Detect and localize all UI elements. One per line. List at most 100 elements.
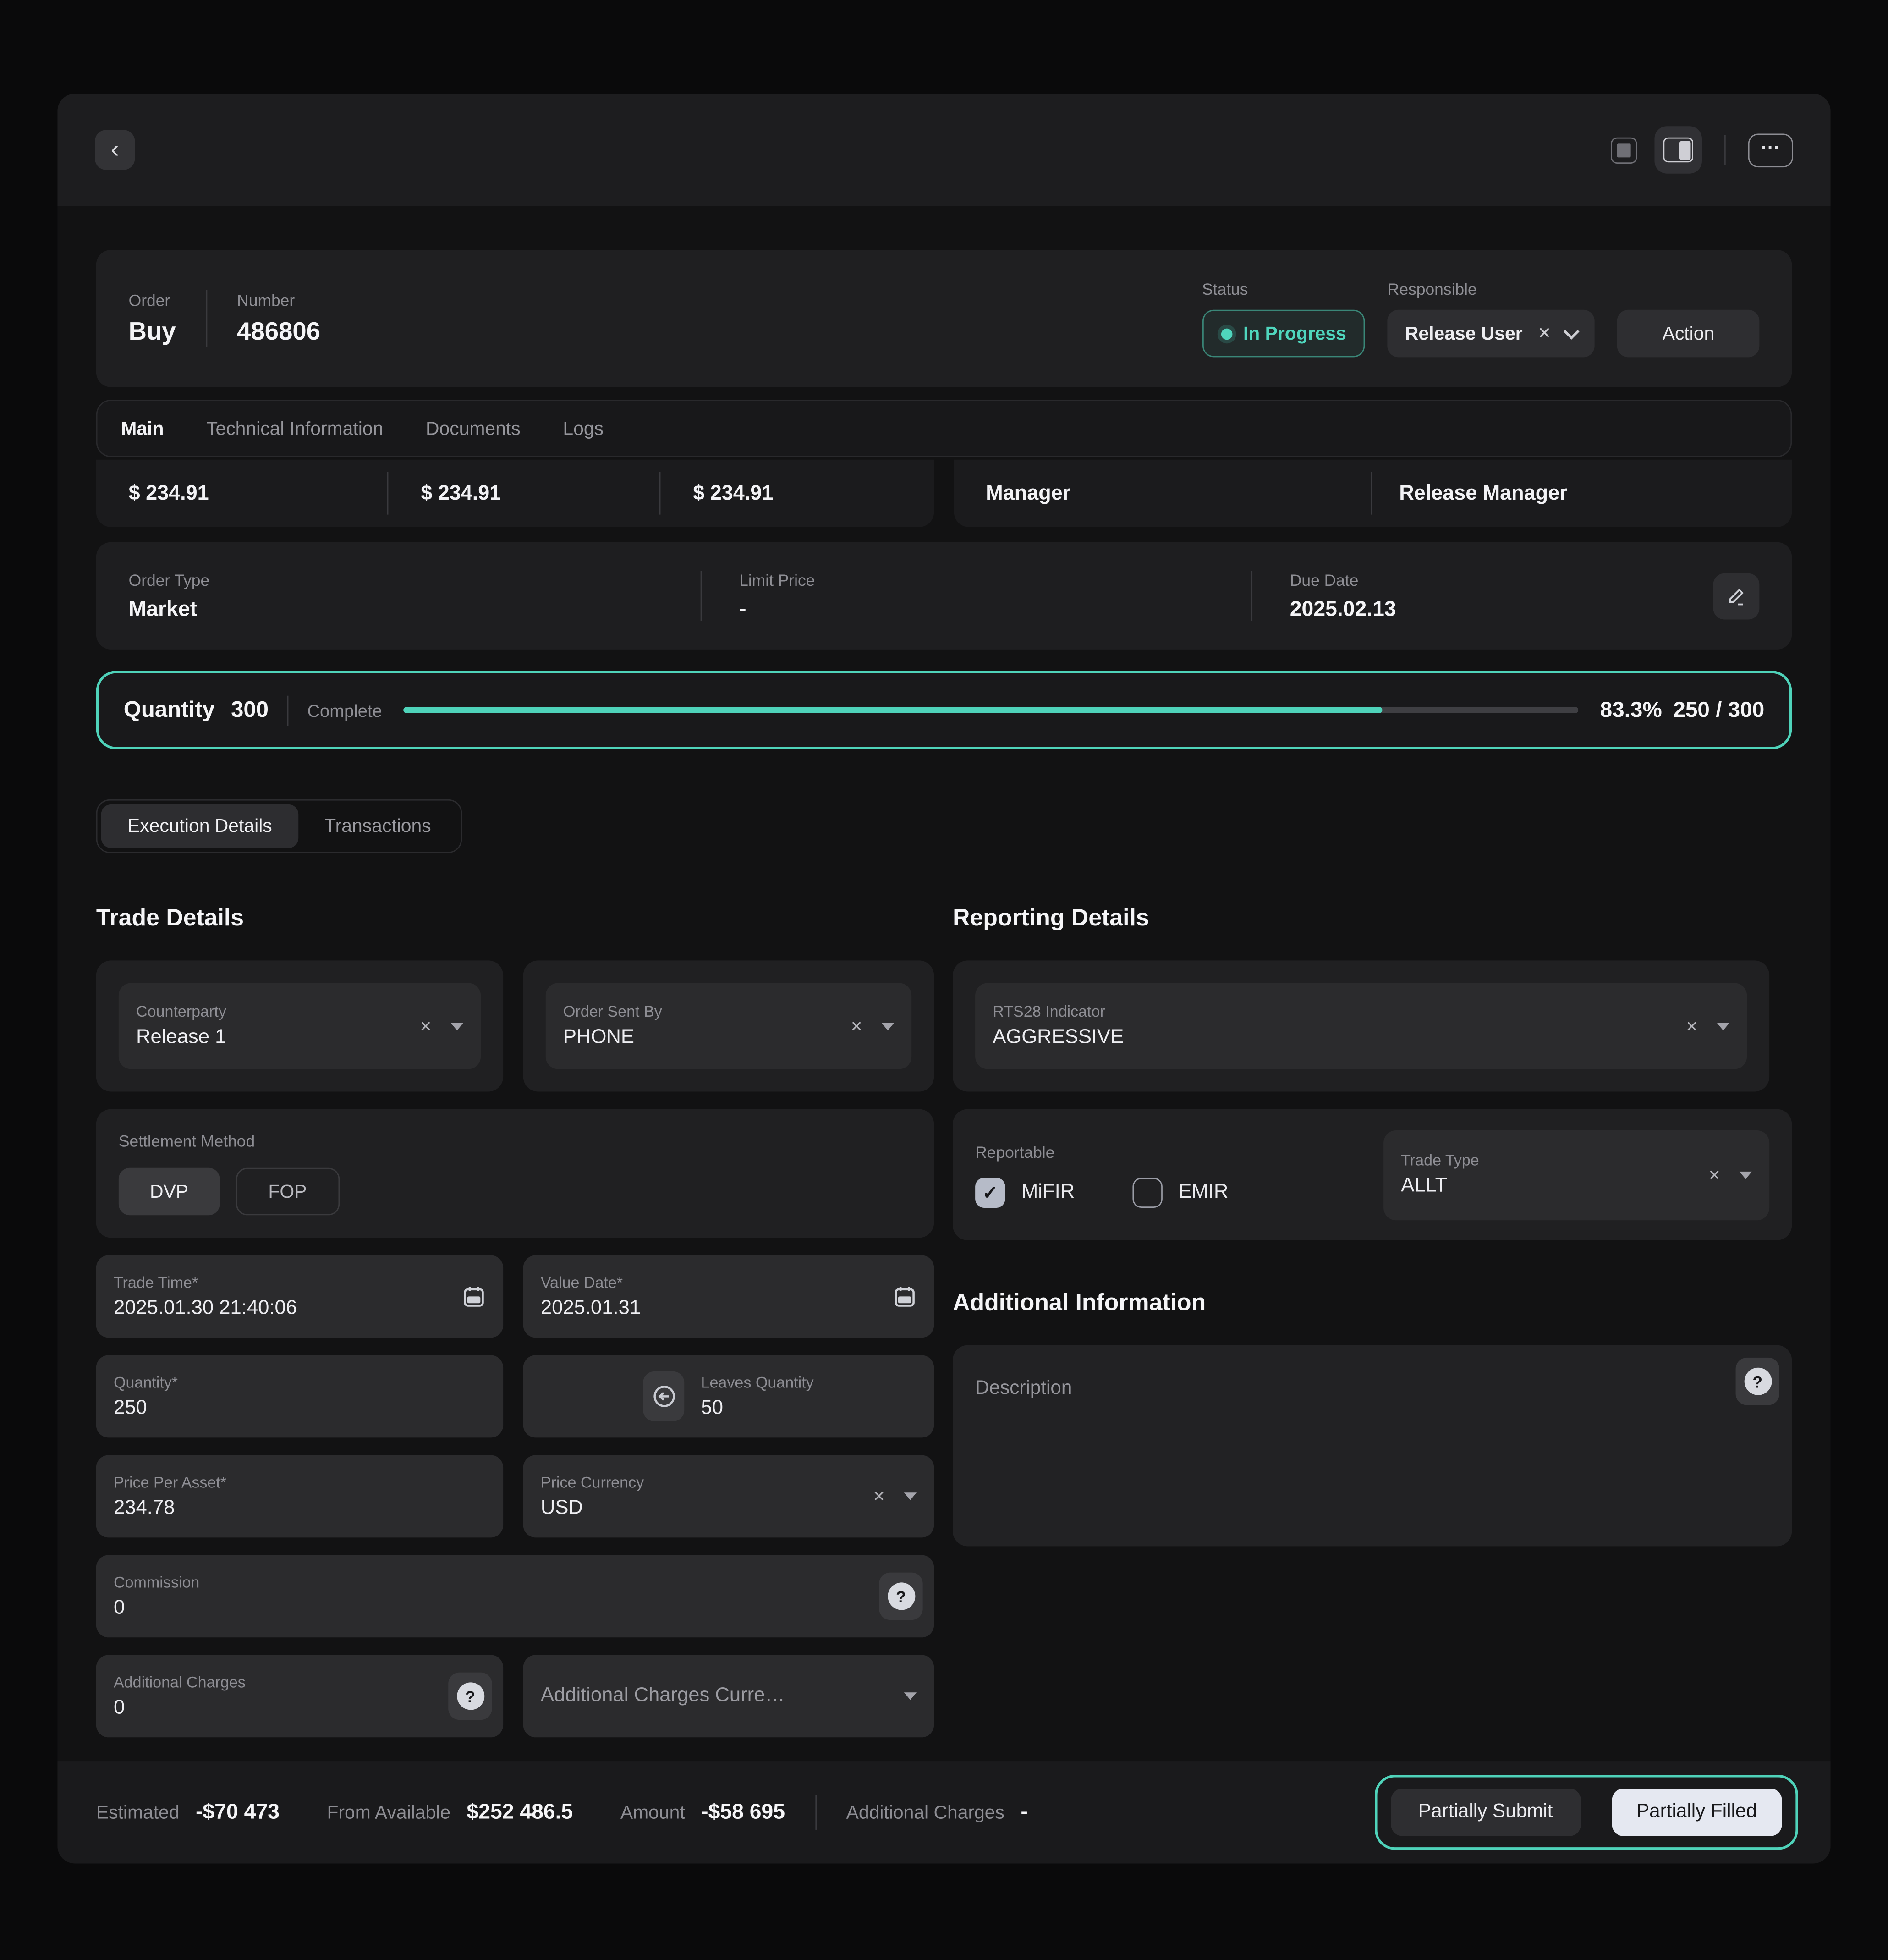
quantity-value: 250 <box>114 1397 416 1420</box>
clear-price-currency-icon[interactable]: ✕ <box>873 1487 885 1505</box>
progress-bar <box>403 707 1579 713</box>
tab-documents[interactable]: Documents <box>426 418 521 439</box>
order-type-label: Order Type <box>129 570 663 589</box>
checkbox-emir[interactable]: EMIR <box>1132 1177 1229 1207</box>
clear-responsible-icon[interactable]: ✕ <box>1537 324 1551 344</box>
clear-counterparty-icon[interactable]: ✕ <box>419 1017 432 1035</box>
quantity-label: Quantity <box>124 697 215 723</box>
trade-type-value: ALLT <box>1401 1175 1682 1198</box>
single-view-icon[interactable] <box>1611 137 1637 163</box>
partial-actions-group: Partially Submit Partially Filled <box>1375 1775 1798 1850</box>
tab-logs[interactable]: Logs <box>563 418 604 439</box>
caret-down-icon[interactable] <box>1740 1171 1752 1178</box>
price-per-asset-input[interactable]: Price Per Asset* 234.78 <box>96 1455 503 1537</box>
commission-input[interactable]: Commission 0 ? <box>96 1555 934 1637</box>
value-date-value: 2025.01.31 <box>541 1297 847 1320</box>
progress-fill <box>403 707 1383 713</box>
question-mark-icon: ? <box>1744 1368 1771 1395</box>
quantity-input[interactable]: Quantity* 250 <box>96 1355 503 1437</box>
number-label: Number <box>237 291 320 309</box>
commission-value: 0 <box>114 1597 846 1619</box>
responsible-select[interactable]: Release User ✕ <box>1388 310 1595 358</box>
trade-type-select[interactable]: Trade Type ALLT ✕ <box>1383 1130 1769 1220</box>
price-currency-select[interactable]: Price Currency USD ✕ <box>523 1455 934 1537</box>
ellipsis-icon: ⋯ <box>1761 136 1781 159</box>
additional-charges-currency-select[interactable]: Additional Charges Curre… <box>523 1655 934 1737</box>
calendar-icon[interactable] <box>462 1285 486 1309</box>
clear-order-sent-by-icon[interactable]: ✕ <box>850 1017 862 1035</box>
toggle-fop[interactable]: FOP <box>236 1168 340 1216</box>
estimated-group: Estimated -$70 473 <box>96 1800 280 1825</box>
caret-down-icon[interactable] <box>882 1022 894 1030</box>
due-date-label: Due Date <box>1290 570 1396 589</box>
topbar-actions: ⋯ <box>1611 126 1793 174</box>
checkbox-mifir[interactable]: ✓ MiFIR <box>975 1177 1075 1207</box>
caret-down-icon[interactable] <box>1717 1022 1729 1030</box>
subtab-transactions[interactable]: Transactions <box>298 804 457 848</box>
quantity-progress-card: Quantity 300 Complete 83.3% 250 / 300 <box>96 671 1792 749</box>
limit-price-label: Limit Price <box>739 570 1213 589</box>
order-info-card: Order Type Market Limit Price - Due Date… <box>96 542 1792 650</box>
action-group: Action <box>1618 280 1760 357</box>
settlement-method-card: Settlement Method DVP FOP <box>96 1109 934 1238</box>
partially-submit-button[interactable]: Partially Submit <box>1391 1789 1580 1836</box>
transfer-leaves-button[interactable] <box>643 1371 685 1421</box>
price-value: $ 234.91 <box>96 472 387 515</box>
chevron-down-icon[interactable] <box>1564 323 1580 339</box>
back-button[interactable]: ‹ <box>95 130 135 170</box>
split-panel-icon <box>1663 138 1693 162</box>
subtab-execution-details[interactable]: Execution Details <box>101 804 298 848</box>
calendar-icon[interactable] <box>893 1285 917 1309</box>
order-sent-by-select[interactable]: Order Sent By PHONE ✕ <box>546 983 911 1069</box>
tab-technical-information[interactable]: Technical Information <box>206 418 383 439</box>
from-available-group: From Available $252 486.5 <box>327 1800 573 1825</box>
caret-down-icon[interactable] <box>451 1022 463 1030</box>
split-view-button[interactable] <box>1654 126 1702 174</box>
clear-rts28-icon[interactable]: ✕ <box>1685 1017 1698 1035</box>
limit-price-group: Limit Price - <box>739 570 1213 622</box>
footer-additional-charges-group: Additional Charges - <box>846 1800 1028 1825</box>
caret-down-icon[interactable] <box>904 1492 917 1500</box>
price-value: $ 234.91 <box>659 472 933 515</box>
rts28-select[interactable]: RTS28 Indicator AGGRESSIVE ✕ <box>975 983 1747 1069</box>
order-sent-by-value: PHONE <box>563 1027 824 1049</box>
value-date-input[interactable]: Value Date* 2025.01.31 <box>523 1255 934 1338</box>
action-button[interactable]: Action <box>1618 310 1760 358</box>
from-available-value: $252 486.5 <box>467 1800 573 1825</box>
arrow-left-circle-icon <box>650 1382 678 1410</box>
unchecked-checkbox-icon[interactable] <box>1132 1177 1162 1207</box>
leaves-quantity-value: 50 <box>701 1397 814 1420</box>
checked-checkbox-icon[interactable]: ✓ <box>975 1177 1005 1207</box>
counterparty-select[interactable]: Counterparty Release 1 ✕ <box>119 983 481 1069</box>
description-textarea[interactable]: Description ? <box>953 1345 1792 1547</box>
reporting-details-title: Reporting Details <box>953 906 1792 933</box>
additional-charges-input[interactable]: Additional Charges 0 ? <box>96 1655 503 1737</box>
description-help-button[interactable]: ? <box>1736 1358 1779 1405</box>
tab-main[interactable]: Main <box>121 418 164 439</box>
number-group: Number 486806 <box>237 291 320 347</box>
price-per-asset-value: 234.78 <box>114 1497 416 1520</box>
edit-button[interactable] <box>1713 573 1760 619</box>
leaves-quantity-field: Leaves Quantity 50 <box>523 1355 934 1437</box>
order-type-group: Order Type Market <box>129 570 663 622</box>
order-type-value: Market <box>129 596 663 621</box>
trade-time-input[interactable]: Trade Time* 2025.01.30 21:40:06 <box>96 1255 503 1338</box>
order-window: ‹ ⋯ Order Buy <box>57 94 1830 1863</box>
chevron-left-icon: ‹ <box>111 132 119 167</box>
rts28-card: RTS28 Indicator AGGRESSIVE ✕ <box>953 960 1769 1091</box>
toggle-dvp[interactable]: DVP <box>119 1168 220 1216</box>
release-manager-cell: Release Manager <box>1371 472 1792 515</box>
commission-help-button[interactable]: ? <box>879 1573 922 1620</box>
order-group: Order Buy <box>129 291 176 347</box>
reporting-details-section: Reporting Details RTS28 Indicator AGGRES… <box>953 906 1792 1547</box>
additional-charges-help-button[interactable]: ? <box>448 1673 492 1720</box>
content-area: Order Buy Number 486806 Status In Progre… <box>57 206 1830 1761</box>
additional-information-title: Additional Information <box>953 1290 1792 1318</box>
caret-down-icon[interactable] <box>904 1692 917 1700</box>
topbar-divider <box>1724 135 1726 165</box>
more-options-button[interactable]: ⋯ <box>1748 133 1793 167</box>
summary-row: $ 234.91 $ 234.91 $ 234.91 Manager Relea… <box>96 460 1792 527</box>
clear-trade-type-icon[interactable]: ✕ <box>1708 1166 1720 1184</box>
partially-filled-button[interactable]: Partially Filled <box>1611 1789 1782 1836</box>
order-label: Order <box>129 291 176 309</box>
